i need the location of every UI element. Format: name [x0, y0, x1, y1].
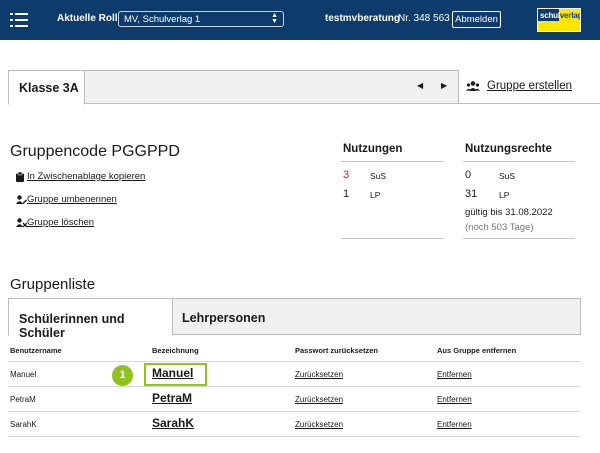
group-list-tabs: Schülerinnen und Schüler Lehrpersonen	[8, 298, 581, 340]
table-header-rule	[8, 361, 581, 362]
usage-sus-value: 3	[343, 169, 350, 181]
table-row-label-link[interactable]: SarahK	[152, 416, 194, 430]
table-row-label-link[interactable]: PetraM	[152, 391, 192, 405]
group-list-title: Gruppenliste	[10, 276, 96, 293]
class-bar-divider	[458, 103, 600, 104]
copy-to-clipboard-label: In Zwischenablage kopieren	[27, 171, 146, 182]
clipboard-icon	[16, 172, 24, 182]
rights-lp-unit: LP	[499, 190, 510, 200]
role-label: Aktuelle Rolle	[57, 13, 124, 24]
remaining-days-text: (noch 503 Tage)	[465, 222, 534, 233]
column-header-label: Bezeichnung	[152, 346, 199, 355]
rights-sus-value: 0	[465, 169, 472, 181]
usage-lp-value: 1	[343, 188, 350, 200]
logout-button[interactable]: Abmelden	[452, 11, 501, 28]
previous-class-icon[interactable]: ◀	[417, 81, 423, 90]
rename-group-label: Gruppe umbenennen	[27, 194, 117, 205]
class-tab-strip: Klasse 3A ◀ ▶	[8, 70, 459, 105]
create-group-label: Gruppe erstellen	[487, 80, 573, 92]
tab-teachers[interactable]: Lehrpersonen	[182, 311, 265, 325]
rights-heading: Nutzungsrechte	[465, 143, 552, 155]
usage-heading: Nutzungen	[343, 143, 403, 155]
table-row-rule	[8, 411, 581, 412]
table-row-username: SarahK	[10, 420, 37, 429]
rights-bottom-rule	[463, 238, 575, 239]
rights-lp-value: 31	[465, 188, 478, 200]
column-header-remove: Aus Gruppe entfernen	[437, 346, 517, 355]
reset-password-link[interactable]: Zurücksetzen	[295, 370, 343, 379]
usage-lp-unit: LP	[370, 190, 381, 200]
delete-group-label: Gruppe löschen	[27, 217, 95, 228]
valid-until-text: gültig bis 31.08.2022	[465, 207, 553, 218]
usage-sus-unit: SuS	[370, 171, 387, 181]
usage-bottom-rule	[341, 238, 444, 239]
next-class-icon[interactable]: ▶	[441, 81, 447, 90]
highlight-box	[144, 363, 207, 386]
remove-from-group-link[interactable]: Entfernen	[437, 420, 472, 429]
remove-from-group-link[interactable]: Entfernen	[437, 395, 472, 404]
table-row-rule	[8, 386, 581, 387]
reset-password-link[interactable]: Zurücksetzen	[295, 395, 343, 404]
table-row-username: PetraM	[10, 395, 36, 404]
schulverlag-logo[interactable]: schulverlag	[537, 8, 581, 32]
username: testmvberatung	[325, 13, 401, 24]
menu-icon[interactable]	[10, 12, 28, 28]
rights-sus-unit: SuS	[499, 171, 516, 181]
top-bar: Aktuelle Rolle MV, Schulverlag 1 ▲ ▼ test…	[0, 0, 600, 40]
remove-from-group-link[interactable]: Entfernen	[437, 370, 472, 379]
column-header-password-reset: Passwort zurücksetzen	[295, 346, 378, 355]
user-number: Nr. 348 563	[398, 13, 450, 24]
role-select[interactable]: MV, Schulverlag 1 ▲ ▼	[118, 11, 284, 27]
table-row-username: Manuel	[10, 370, 37, 379]
users-icon	[466, 81, 480, 91]
step-badge: 1	[112, 365, 133, 386]
reset-password-link[interactable]: Zurücksetzen	[295, 420, 343, 429]
column-header-username: Benutzername	[10, 346, 62, 355]
users-delete-icon	[16, 218, 27, 228]
tab-students[interactable]: Schülerinnen und Schüler	[8, 298, 173, 340]
users-edit-icon	[16, 195, 27, 205]
select-arrows-icon: ▲ ▼	[271, 12, 278, 25]
table-row-rule	[8, 436, 581, 437]
rights-rule	[463, 161, 575, 162]
usage-rule	[341, 161, 444, 162]
role-select-value: MV, Schulverlag 1	[124, 14, 201, 25]
class-tab-active[interactable]: Klasse 3A	[8, 70, 85, 105]
group-code-title: Gruppencode PGGPPD	[10, 143, 180, 160]
